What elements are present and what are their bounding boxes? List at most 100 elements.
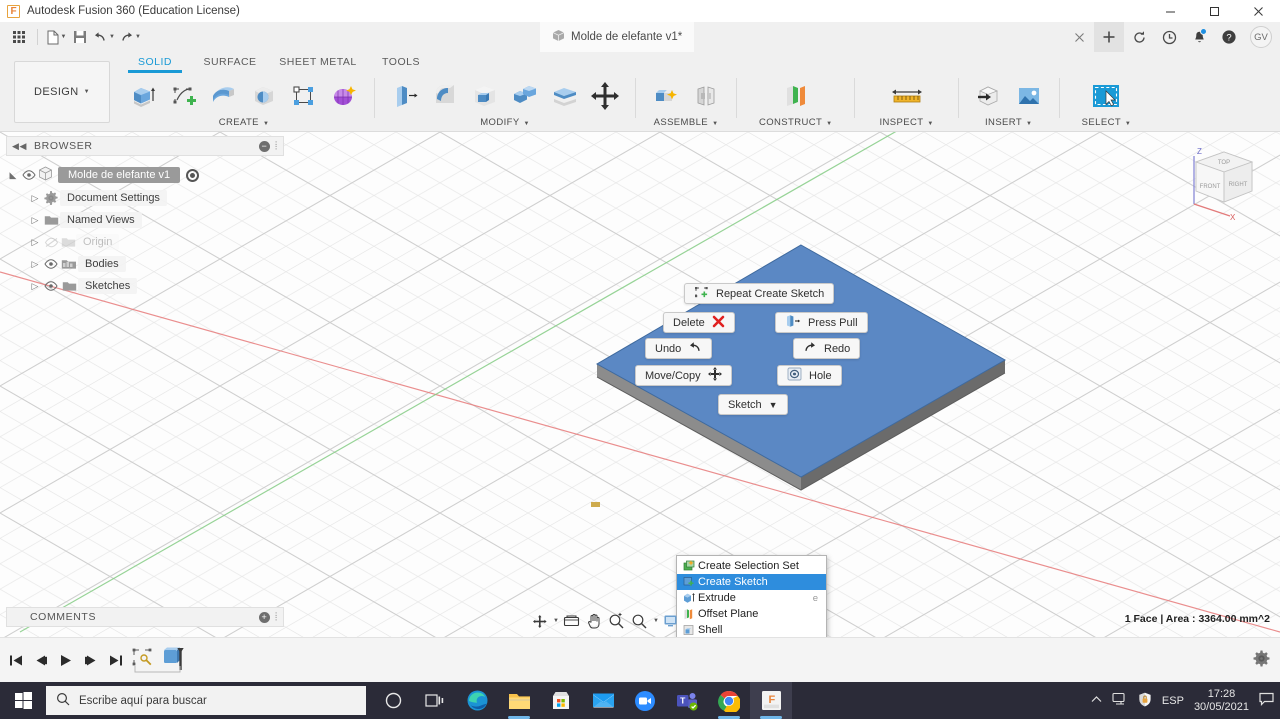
press-pull-button[interactable]: Press Pull (775, 312, 868, 333)
delete-button[interactable]: Delete (663, 312, 735, 333)
clock[interactable]: 17:28 30/05/2021 (1194, 688, 1249, 714)
help-icon[interactable]: ? (1214, 22, 1244, 52)
panel-select-label[interactable]: SELECT ▼ (1082, 116, 1132, 130)
chevron-down-icon[interactable]: ▼ (61, 34, 67, 40)
start-button[interactable] (0, 682, 46, 719)
add-comment-icon[interactable]: + (258, 611, 270, 623)
press-pull-tool[interactable] (385, 76, 425, 116)
viewport-canvas[interactable]: ◀◀ BROWSER − ⦙ ◣ Molde de elefante v1 ▷ … (0, 132, 1280, 637)
timeline-play-button[interactable] (56, 646, 76, 674)
pan-tool-icon[interactable] (584, 610, 604, 632)
timeline-step-forward-button[interactable] (81, 646, 101, 674)
show-hidden-icons-chevron[interactable] (1091, 695, 1102, 707)
expand-triangle-icon[interactable]: ▷ (28, 259, 42, 270)
action-center-icon[interactable] (1259, 692, 1274, 709)
repeat-create-sketch-button[interactable]: Repeat Create Sketch (684, 283, 835, 304)
app-grid-icon[interactable] (6, 25, 32, 49)
move-copy-tool[interactable] (585, 76, 625, 116)
form-tool[interactable] (324, 76, 364, 116)
tab-surface[interactable]: SURFACE (190, 53, 270, 70)
close-tab-icon[interactable] (1064, 22, 1094, 52)
expand-triangle-icon[interactable]: ▷ (28, 193, 42, 204)
expand-triangle-icon[interactable]: ▷ (28, 281, 42, 292)
notifications-icon[interactable] (1184, 22, 1214, 52)
fit-tool-icon[interactable] (629, 610, 650, 632)
file-explorer-icon[interactable] (498, 682, 540, 719)
pattern-tool[interactable] (284, 76, 324, 116)
combine-tool[interactable] (505, 76, 545, 116)
browser-item-document-settings[interactable]: ▷ Document Settings (6, 187, 284, 209)
zoom-app-icon[interactable] (624, 682, 666, 719)
browser-minus-icon[interactable]: − (258, 140, 270, 152)
search-input[interactable]: Escribe aquí para buscar (79, 695, 207, 707)
cortana-icon[interactable] (372, 682, 414, 719)
menu-item-create-sketch[interactable]: Create Sketch (677, 574, 826, 590)
menu-item-create-selection-set[interactable]: Create Selection Set (677, 558, 826, 574)
joint-tool[interactable] (686, 76, 726, 116)
close-button[interactable] (1236, 0, 1280, 22)
split-face-tool[interactable] (545, 76, 585, 116)
mail-icon[interactable] (582, 682, 624, 719)
move-copy-button[interactable]: Move/Copy (635, 365, 732, 386)
visibility-eye-icon[interactable] (20, 170, 38, 180)
panel-create-label[interactable]: CREATE ▼ (124, 116, 364, 130)
microsoft-store-icon[interactable] (540, 682, 582, 719)
task-view-icon[interactable] (414, 682, 456, 719)
save-icon[interactable] (69, 25, 91, 49)
redo-icon[interactable]: ▼ (117, 25, 143, 49)
chevron-down-icon[interactable]: ▼ (135, 34, 141, 40)
measure-tool[interactable] (887, 76, 927, 116)
timeline-feature-extrude[interactable] (158, 642, 188, 676)
expand-triangle-icon[interactable]: ▷ (28, 215, 42, 226)
visibility-eye-icon[interactable] (42, 259, 60, 269)
new-component-tool[interactable] (646, 76, 686, 116)
expand-triangle-icon[interactable]: ◣ (6, 170, 20, 181)
browser-item-named-views[interactable]: ▷ Named Views (6, 209, 284, 231)
tab-sheet-metal[interactable]: SHEET METAL (270, 53, 366, 70)
taskbar-search-box[interactable]: Escribe aquí para buscar (46, 686, 366, 715)
insert-derive-tool[interactable] (969, 76, 1009, 116)
edge-icon[interactable] (456, 682, 498, 719)
comments-panel[interactable]: COMMENTS + ⦙ (6, 607, 284, 627)
menu-item-extrude[interactable]: Extrude e (677, 590, 826, 606)
chevron-down-icon[interactable]: ▼ (653, 618, 659, 624)
chrome-icon[interactable] (708, 682, 750, 719)
menu-item-offset-plane[interactable]: Offset Plane (677, 606, 826, 622)
document-tab[interactable]: Molde de elefante v1* (540, 22, 695, 52)
teams-icon[interactable]: T (666, 682, 708, 719)
chevron-down-icon[interactable]: ▼ (553, 618, 559, 624)
visibility-eye-off-icon[interactable] (42, 237, 60, 248)
comments-resize-handle[interactable]: ⦙ (275, 611, 278, 624)
browser-item-bodies[interactable]: ▷ Bodies (6, 253, 284, 275)
select-window-tool[interactable] (1086, 76, 1126, 116)
panel-insert-label[interactable]: INSERT ▼ (969, 116, 1049, 130)
panel-inspect-label[interactable]: INSPECT ▼ (879, 116, 933, 130)
insert-canvas-tool[interactable] (1009, 76, 1049, 116)
network-icon[interactable] (1112, 692, 1128, 709)
timeline-feature-sketch[interactable] (128, 642, 158, 676)
panel-construct-label[interactable]: CONSTRUCT ▼ (759, 116, 832, 130)
panel-assemble-label[interactable]: ASSEMBLE ▼ (646, 116, 726, 130)
chevron-down-icon[interactable]: ▼ (109, 34, 115, 40)
tab-solid[interactable]: SOLID (120, 53, 190, 73)
loft-tool[interactable] (204, 76, 244, 116)
view-cube[interactable]: Z X TOP FRONT RIGHT (1174, 138, 1272, 222)
collapse-panel-icon[interactable]: ◀◀ (12, 141, 27, 152)
undo-button[interactable]: Undo (645, 338, 713, 359)
maximize-button[interactable] (1192, 0, 1236, 22)
timeline-step-back-button[interactable] (31, 646, 51, 674)
workspace-switcher-button[interactable]: DESIGN ▼ (14, 61, 110, 123)
security-shield-icon[interactable] (1138, 692, 1152, 710)
visibility-eye-icon[interactable] (42, 281, 60, 291)
new-file-icon[interactable]: ▼ (43, 25, 69, 49)
extrude-tool[interactable] (124, 76, 164, 116)
panel-modify-label[interactable]: MODIFY ▼ (385, 116, 625, 130)
expand-triangle-icon[interactable]: ▷ (28, 237, 42, 248)
hole-button[interactable]: Hole (777, 365, 842, 386)
redo-button[interactable]: Redo (793, 338, 861, 359)
new-tab-icon[interactable] (1094, 22, 1124, 52)
minimize-button[interactable] (1148, 0, 1192, 22)
context-menu[interactable]: Create Selection Set Create Sketch Extru… (676, 555, 827, 637)
menu-item-shell[interactable]: Shell (677, 622, 826, 637)
create-sketch-tool[interactable] (164, 76, 204, 116)
